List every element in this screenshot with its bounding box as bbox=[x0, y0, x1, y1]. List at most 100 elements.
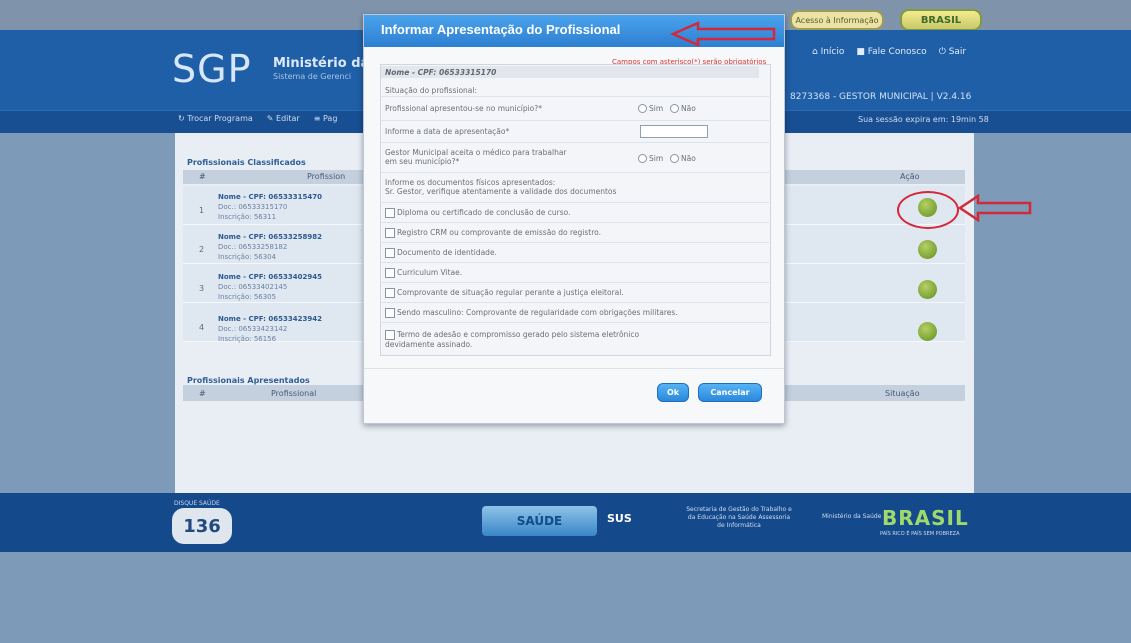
column-header-acao: Ação bbox=[900, 172, 920, 181]
brasil-link[interactable]: BRASIL bbox=[900, 9, 982, 31]
radio-circle bbox=[638, 104, 647, 113]
row-name: Nome - CPF: 06533315470 bbox=[218, 193, 322, 201]
action-button[interactable] bbox=[918, 240, 937, 259]
annotation-arrow-icon bbox=[670, 21, 776, 47]
docs-instructions: Informe os documentos físicos apresentad… bbox=[385, 178, 616, 196]
checkbox-crm[interactable] bbox=[385, 228, 395, 238]
action-button[interactable] bbox=[918, 322, 937, 341]
radio-label: Não bbox=[681, 104, 696, 113]
radio-circle bbox=[670, 154, 679, 163]
home-link[interactable]: ⌂ Início bbox=[812, 47, 844, 57]
row-name: Nome - CPF: 06533423942 bbox=[218, 315, 322, 323]
row-doc: Doc.: 06533423142 bbox=[218, 325, 288, 333]
checkbox-label: Sendo masculino: Comprovante de regulari… bbox=[397, 308, 678, 317]
checkbox-label: Curriculum Vitae. bbox=[397, 268, 463, 277]
row-inscricao: Inscrição: 56304 bbox=[218, 253, 277, 261]
radio-apresentou-nao[interactable]: Não bbox=[670, 104, 696, 113]
disque-saude-logo: 136 bbox=[172, 508, 232, 544]
sus-logo: SUS bbox=[607, 512, 632, 525]
menu-item-trocar-programa[interactable]: ↻ Trocar Programa bbox=[178, 114, 253, 123]
row-details: Nome - CPF: 06533258982 Doc.: 06533258182… bbox=[218, 232, 322, 262]
hotline-label: DISQUE SAÚDE bbox=[174, 500, 220, 507]
radio-aceita-nao[interactable]: Não bbox=[670, 154, 696, 163]
checkbox-label: Registro CRM ou comprovante de emissão d… bbox=[397, 228, 601, 237]
checkbox-militar[interactable] bbox=[385, 308, 395, 318]
termo-line1: Termo de adesão e compromisso gerado pel… bbox=[397, 330, 640, 339]
contact-label: Fale Conosco bbox=[867, 47, 927, 57]
row-details: Nome - CPF: 06533423942 Doc.: 06533423142… bbox=[218, 314, 322, 344]
column-header-profissional: Profissional bbox=[271, 389, 317, 398]
checkbox-eleitoral[interactable] bbox=[385, 288, 395, 298]
session-timer: Sua sessão expira em: 19min 58 bbox=[858, 115, 989, 124]
column-header-number: # bbox=[199, 389, 206, 398]
checkbox-curriculum[interactable] bbox=[385, 268, 395, 278]
sgp-logo: SGP bbox=[172, 47, 252, 91]
brasil-logo: BRASIL bbox=[882, 506, 969, 530]
docs-line1: Informe os documentos físicos apresentad… bbox=[385, 178, 556, 187]
menu-item-editar[interactable]: ✎ Editar bbox=[267, 114, 300, 123]
row-doc: Doc.: 06533315170 bbox=[218, 203, 288, 211]
q-aceita-line1: Gestor Municipal aceita o médico para tr… bbox=[385, 148, 567, 157]
row-inscricao: Inscrição: 56305 bbox=[218, 293, 277, 301]
ministry-subtitle: Sistema de Gerenci bbox=[273, 72, 352, 81]
contact-link[interactable]: ■ Fale Conosco bbox=[856, 47, 926, 57]
column-header-number: # bbox=[199, 172, 206, 181]
secretaria-text: Secretaria de Gestão do Trabalho e da Ed… bbox=[686, 506, 792, 529]
row-inscricao: Inscrição: 56156 bbox=[218, 335, 277, 343]
annotation-arrow-icon bbox=[958, 194, 1032, 222]
date-input[interactable] bbox=[640, 125, 708, 138]
checkbox-termo[interactable] bbox=[385, 330, 395, 340]
menu-item-pag[interactable]: ≡ Pag bbox=[314, 114, 338, 123]
termo-line2: devidamente assinado. bbox=[385, 340, 473, 349]
menu-items: ↻ Trocar Programa ✎ Editar ≡ Pag bbox=[178, 114, 337, 123]
annotation-circle bbox=[897, 191, 959, 229]
logout-label: Sair bbox=[948, 47, 967, 57]
saude-logo: SAÚDE bbox=[482, 506, 597, 536]
menu-label: Pag bbox=[322, 114, 338, 123]
q-data-label: Informe a data de apresentação* bbox=[385, 127, 510, 136]
ministerio-logo: Ministério da Saúde bbox=[822, 513, 882, 520]
radio-label: Não bbox=[681, 154, 696, 163]
row-details: Nome - CPF: 06533402945 Doc.: 06533402145… bbox=[218, 272, 322, 302]
modal-divider bbox=[364, 368, 784, 369]
ministry-title: Ministério da bbox=[273, 56, 370, 71]
radio-label: Sim bbox=[649, 154, 664, 163]
info-access-link[interactable]: Acesso à Informação bbox=[790, 10, 884, 30]
page-background bbox=[0, 552, 1131, 643]
situacao-label: Situação do profissional: bbox=[385, 86, 477, 95]
column-header-profissional: Profission bbox=[307, 172, 346, 181]
row-number: 2 bbox=[199, 245, 205, 254]
radio-circle bbox=[670, 104, 679, 113]
brasil-tagline: PAÍS RICO É PAÍS SEM POBREZA bbox=[880, 531, 960, 537]
top-links: ⌂ Início ■ Fale Conosco ⏻ Sair bbox=[812, 47, 966, 57]
row-number: 1 bbox=[199, 206, 205, 215]
radio-label: Sim bbox=[649, 104, 664, 113]
row-number: 4 bbox=[199, 323, 205, 332]
section-title: Profissionais Classificados bbox=[187, 158, 306, 167]
row-doc: Doc.: 06533258182 bbox=[218, 243, 288, 251]
q-apresentou-label: Profissional apresentou-se no município?… bbox=[385, 104, 542, 113]
radio-apresentou-sim[interactable]: Sim bbox=[638, 104, 663, 113]
checkbox-diploma[interactable] bbox=[385, 208, 395, 218]
menu-label: Trocar Programa bbox=[187, 114, 253, 123]
checkbox-identidade[interactable] bbox=[385, 248, 395, 258]
radio-aceita-sim[interactable]: Sim bbox=[638, 154, 663, 163]
row-details: Nome - CPF: 06533315470 Doc.: 06533315170… bbox=[218, 192, 322, 222]
checkbox-label: Documento de identidade. bbox=[397, 248, 497, 257]
action-button[interactable] bbox=[918, 280, 937, 299]
q-aceita-line2: em seu município?* bbox=[385, 157, 460, 166]
user-info: 8273368 - GESTOR MUNICIPAL | V2.4.16 bbox=[790, 92, 972, 102]
row-number: 3 bbox=[199, 284, 205, 293]
checkbox-label: Diploma ou certificado de conclusão de c… bbox=[397, 208, 571, 217]
section-title: Profissionais Apresentados bbox=[187, 376, 310, 385]
docs-line2: Sr. Gestor, verifique atentamente a vali… bbox=[385, 187, 617, 196]
column-header-situacao: Situação bbox=[885, 389, 920, 398]
logout-link[interactable]: ⏻ Sair bbox=[939, 47, 966, 57]
ok-button[interactable]: Ok bbox=[657, 383, 689, 402]
cancel-button[interactable]: Cancelar bbox=[698, 383, 762, 402]
row-name: Nome - CPF: 06533258982 bbox=[218, 233, 322, 241]
checkbox-label: Comprovante de situação regular perante … bbox=[397, 288, 624, 297]
modal-title: Informar Apresentação do Profissional bbox=[381, 22, 621, 37]
q-aceita-label: Gestor Municipal aceita o médico para tr… bbox=[385, 148, 567, 166]
professional-name: Nome - CPF: 06533315170 bbox=[385, 68, 497, 77]
